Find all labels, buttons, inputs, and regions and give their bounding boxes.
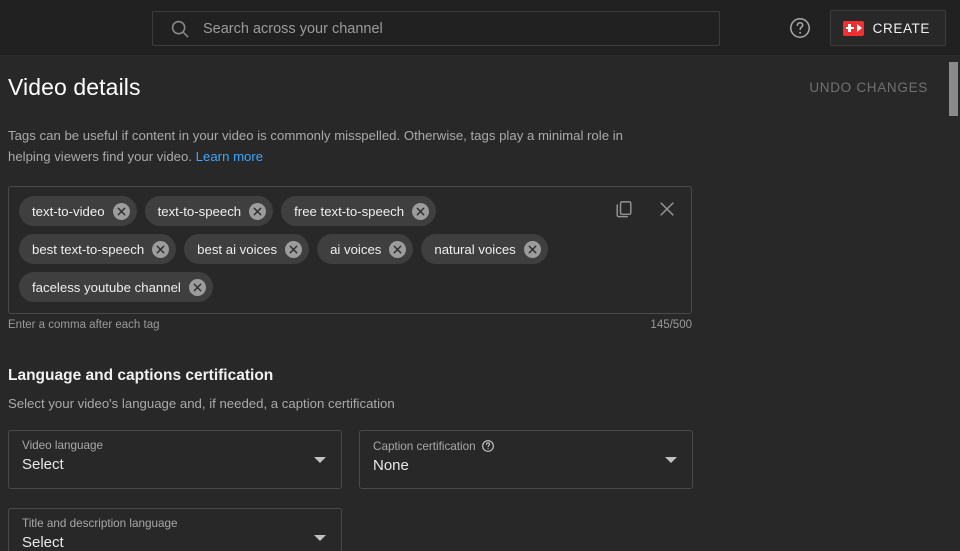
title-description-language-value: Select bbox=[22, 534, 64, 551]
tags-input-box[interactable]: text-to-video text-to-speech free text-to-… bbox=[8, 186, 692, 314]
remove-tag-icon[interactable] bbox=[152, 240, 170, 258]
caption-certification-select[interactable]: Caption certification None bbox=[359, 430, 693, 489]
tag-chip[interactable]: best ai voices bbox=[184, 234, 310, 264]
scrollbar-thumb[interactable] bbox=[949, 62, 958, 116]
chevron-down-icon bbox=[665, 457, 677, 463]
title-description-language-label: Title and description language bbox=[22, 517, 178, 530]
learn-more-link[interactable]: Learn more bbox=[196, 149, 263, 164]
search-box[interactable] bbox=[152, 11, 720, 46]
undo-changes-button[interactable]: UNDO CHANGES bbox=[797, 72, 940, 103]
main-content: Tags can be useful if content in your vi… bbox=[0, 125, 960, 551]
tag-chip[interactable]: best text-to-speech bbox=[19, 234, 177, 264]
video-language-select[interactable]: Video language Select bbox=[8, 430, 342, 489]
language-select-row-1: Video language Select Caption certificat… bbox=[8, 430, 952, 489]
scrollbar-track[interactable] bbox=[947, 57, 960, 551]
tags-description-text: Tags can be useful if content in your vi… bbox=[8, 128, 623, 164]
tag-chip[interactable]: text-to-speech bbox=[144, 196, 274, 226]
language-select-row-2: Title and description language Select bbox=[8, 508, 952, 551]
tag-chip-label: text-to-speech bbox=[157, 203, 242, 219]
create-button-label: CREATE bbox=[872, 20, 930, 36]
tags-character-counter: 145/500 bbox=[650, 319, 692, 331]
tag-chip-label: free text-to-speech bbox=[294, 203, 405, 219]
remove-tag-icon[interactable] bbox=[285, 240, 303, 258]
video-camera-plus-icon bbox=[842, 20, 864, 36]
create-button[interactable]: CREATE bbox=[829, 10, 946, 46]
tag-chip-label: best ai voices bbox=[197, 241, 278, 257]
tags-footer: Enter a comma after each tag 145/500 bbox=[8, 319, 692, 331]
remove-tag-icon[interactable] bbox=[412, 202, 430, 220]
remove-tag-icon[interactable] bbox=[249, 202, 267, 220]
video-language-value: Select bbox=[22, 456, 64, 473]
top-bar: CREATE bbox=[0, 0, 960, 56]
remove-tag-icon[interactable] bbox=[112, 202, 130, 220]
video-language-label: Video language bbox=[22, 439, 104, 452]
remove-tag-icon[interactable] bbox=[188, 278, 206, 296]
search-input[interactable] bbox=[203, 20, 709, 37]
top-bar-actions: CREATE bbox=[788, 0, 946, 56]
tag-chip[interactable]: ai voices bbox=[317, 234, 414, 264]
help-circle-icon[interactable] bbox=[788, 16, 812, 40]
title-description-language-select[interactable]: Title and description language Select bbox=[8, 508, 342, 551]
tags-actions bbox=[613, 198, 678, 220]
tag-chip-label: best text-to-speech bbox=[32, 241, 145, 257]
tag-chip[interactable]: text-to-video bbox=[19, 196, 137, 226]
chevron-down-icon bbox=[314, 535, 326, 541]
tag-chip[interactable]: natural voices bbox=[421, 234, 548, 264]
tag-chip[interactable]: faceless youtube channel bbox=[19, 272, 213, 302]
help-circle-icon[interactable] bbox=[481, 439, 495, 453]
tag-chip-label: faceless youtube channel bbox=[32, 279, 181, 295]
remove-tag-icon[interactable] bbox=[523, 240, 541, 258]
chevron-down-icon bbox=[314, 457, 326, 463]
tag-chip-list: text-to-video text-to-speech free text-to-… bbox=[19, 196, 681, 302]
caption-certification-label-text: Caption certification bbox=[373, 439, 476, 453]
page-title: Video details bbox=[8, 73, 141, 100]
remove-tag-icon[interactable] bbox=[389, 240, 407, 258]
search-icon bbox=[169, 18, 191, 40]
tags-hint: Enter a comma after each tag bbox=[8, 319, 160, 331]
copy-icon[interactable] bbox=[613, 198, 635, 220]
language-section-subtitle: Select your video's language and, if nee… bbox=[8, 396, 395, 411]
close-icon[interactable] bbox=[656, 198, 678, 220]
page-header: Video details UNDO CHANGES bbox=[0, 56, 960, 118]
caption-certification-value: None bbox=[373, 457, 409, 474]
tag-chip[interactable]: free text-to-speech bbox=[281, 196, 437, 226]
tag-chip-label: natural voices bbox=[434, 241, 516, 257]
caption-certification-label: Caption certification bbox=[373, 439, 680, 453]
tag-chip-label: text-to-video bbox=[32, 203, 105, 219]
tag-chip-label: ai voices bbox=[330, 241, 382, 257]
language-section-title: Language and captions certification bbox=[8, 367, 274, 384]
tags-description: Tags can be useful if content in your vi… bbox=[8, 125, 668, 167]
